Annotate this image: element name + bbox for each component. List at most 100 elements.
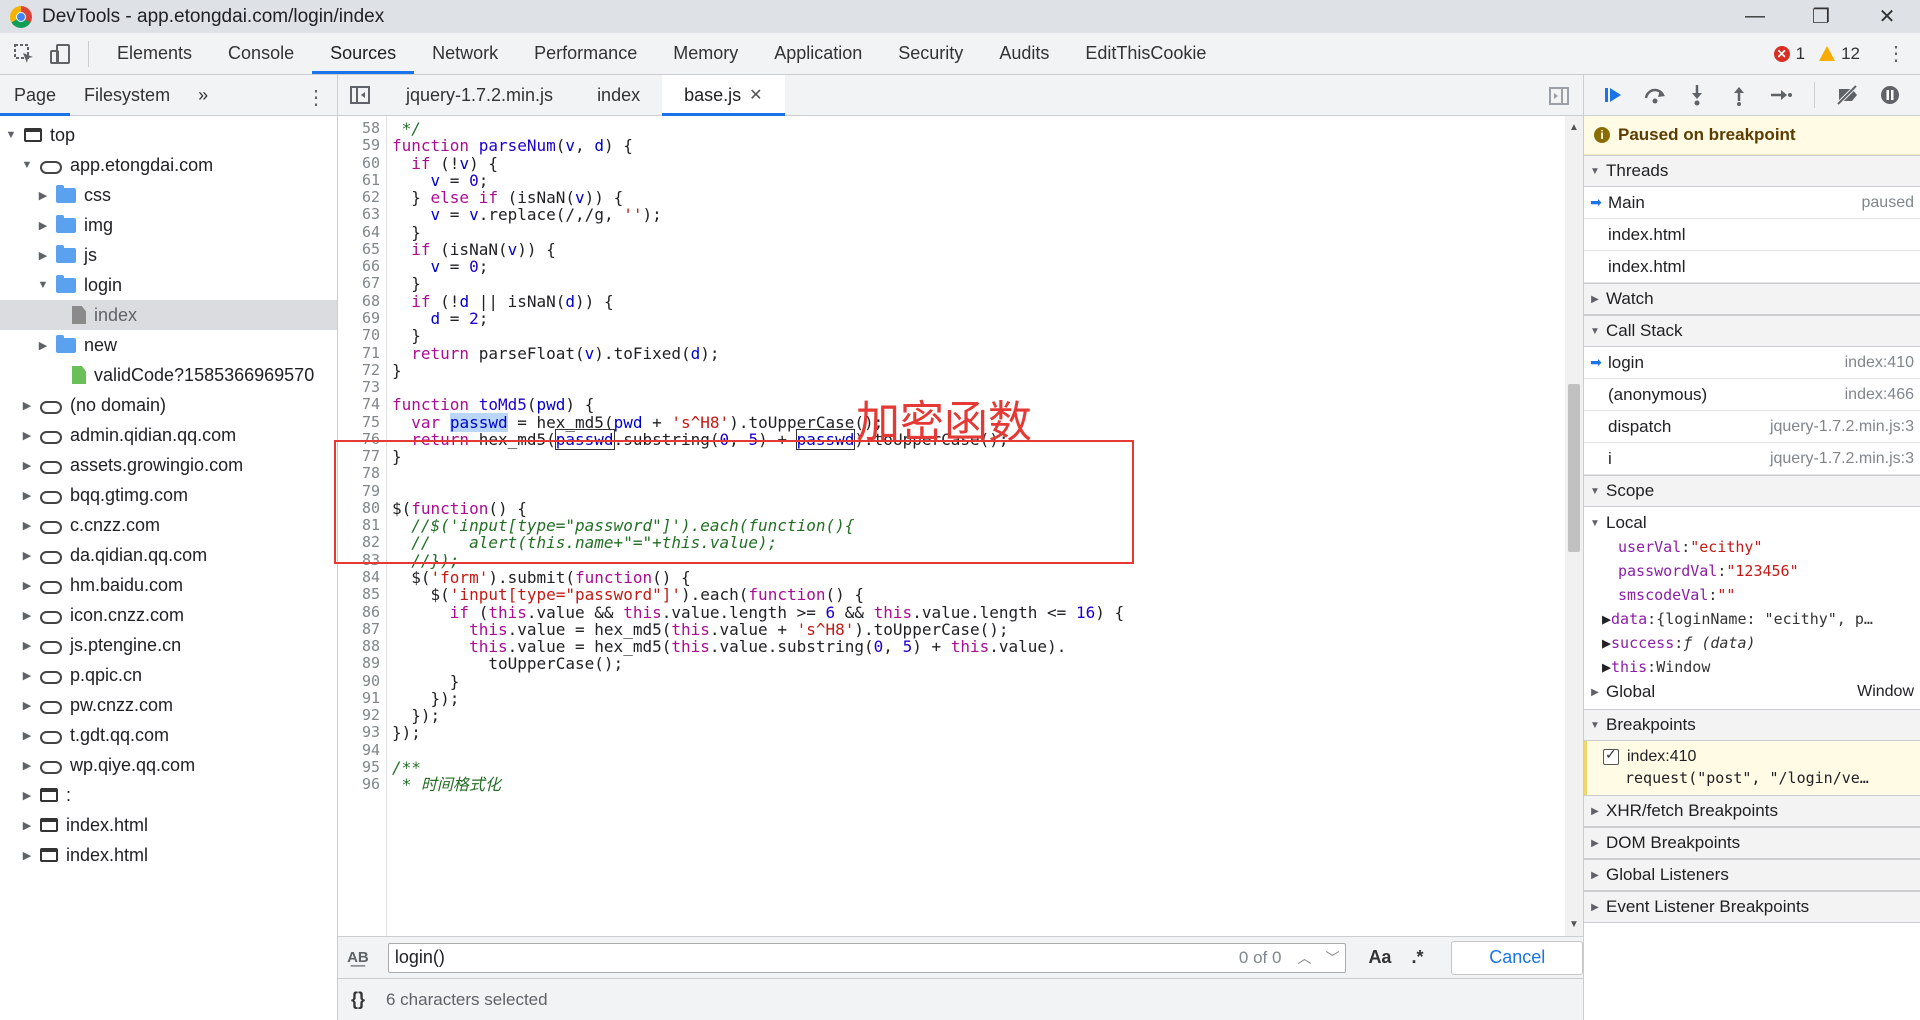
expanded-arrow-icon[interactable]: ▼	[4, 129, 18, 141]
collapsed-arrow-icon[interactable]: ▶	[1602, 634, 1611, 652]
call-frame[interactable]: ➡ login index:410	[1584, 347, 1920, 379]
breakpoints-section-header[interactable]: ▼ Breakpoints	[1584, 709, 1920, 741]
tree-node[interactable]: ▶ icon.cnzz.com	[0, 600, 337, 630]
collapsed-arrow-icon[interactable]: ▶	[20, 609, 34, 622]
tree-node[interactable]: ▶ assets.growingio.com	[0, 450, 337, 480]
tree-node[interactable]: index	[0, 300, 337, 330]
tree-node[interactable]: ▶ pw.cnzz.com	[0, 690, 337, 720]
tab-sources[interactable]: Sources	[312, 33, 415, 74]
regex-button[interactable]: .*	[1411, 947, 1423, 968]
collapsed-arrow-icon[interactable]: ▶	[1602, 658, 1611, 676]
call-stack-section-header[interactable]: ▼ Call Stack	[1584, 315, 1920, 347]
scope-variable[interactable]: ▶ data: {loginName: "ecithy", p…	[1584, 607, 1920, 631]
tree-node[interactable]: ▶ da.qidian.qq.com	[0, 540, 337, 570]
tree-node[interactable]: ▶ hm.baidu.com	[0, 570, 337, 600]
tree-node[interactable]: ▶ css	[0, 180, 337, 210]
tree-node[interactable]: ▼ app.etongdai.com	[0, 150, 337, 180]
tree-node[interactable]: ▶ p.qpic.cn	[0, 660, 337, 690]
editor-tab-jquery[interactable]: jquery-1.7.2.min.js	[384, 75, 575, 116]
tab-console[interactable]: Console	[210, 33, 312, 74]
call-frame[interactable]: i jquery-1.7.2.min.js:3	[1584, 443, 1920, 475]
collapsed-arrow-icon[interactable]: ▶	[20, 549, 34, 562]
cancel-button[interactable]: Cancel	[1451, 940, 1583, 975]
call-frame[interactable]: dispatch jquery-1.7.2.min.js:3	[1584, 411, 1920, 443]
step-into-icon[interactable]	[1678, 77, 1716, 113]
thread-item[interactable]: index.html	[1584, 219, 1920, 251]
tree-node[interactable]: ▼ login	[0, 270, 337, 300]
toggle-debugger-icon[interactable]	[1541, 78, 1577, 114]
collapsed-arrow-icon[interactable]: ▶	[20, 789, 34, 802]
expanded-arrow-icon[interactable]: ▼	[20, 159, 34, 171]
close-tab-icon[interactable]: ✕	[749, 85, 762, 105]
code-line[interactable]: 96 * 时间格式化	[338, 774, 1566, 795]
deactivate-breakpoints-icon[interactable]	[1829, 77, 1867, 113]
tab-memory[interactable]: Memory	[655, 33, 756, 74]
tab-security[interactable]: Security	[880, 33, 981, 74]
tree-node[interactable]: ▶ bqq.gtimg.com	[0, 480, 337, 510]
more-tabs-chevron-icon[interactable]: »	[184, 75, 222, 116]
line-number[interactable]: 96	[338, 774, 380, 795]
scrollbar-thumb[interactable]	[1568, 384, 1580, 552]
collapsed-arrow-icon[interactable]: ▶	[1602, 610, 1611, 628]
tree-node[interactable]: ▶ js	[0, 240, 337, 270]
section-header[interactable]: ▶ DOM Breakpoints	[1584, 827, 1920, 859]
search-input[interactable]: login() 0 of 0 ︿ ﹀	[387, 942, 1347, 973]
tab-editthiscookie[interactable]: EditThisCookie	[1067, 33, 1224, 74]
section-header[interactable]: ▶ XHR/fetch Breakpoints	[1584, 795, 1920, 827]
tab-page[interactable]: Page	[0, 75, 71, 116]
scope-variable[interactable]: smscodeVal: ""	[1584, 583, 1920, 607]
collapsed-arrow-icon[interactable]: ▶	[20, 489, 34, 502]
restore-button[interactable]: ❐	[1788, 0, 1854, 33]
section-header[interactable]: ▶ Event Listener Breakpoints	[1584, 891, 1920, 923]
collapsed-arrow-icon[interactable]: ▶	[20, 669, 34, 682]
scope-variable[interactable]: passwordVal: "123456"	[1584, 559, 1920, 583]
tree-node[interactable]: ▼ top	[0, 120, 337, 150]
local-scope-header[interactable]: ▼ Local	[1584, 511, 1920, 535]
tree-node[interactable]: ▶ c.cnzz.com	[0, 510, 337, 540]
close-window-button[interactable]: ✕	[1854, 0, 1920, 33]
collapsed-arrow-icon[interactable]: ▶	[20, 849, 34, 862]
breakpoint-checkbox[interactable]	[1603, 746, 1619, 765]
global-scope-row[interactable]: ▶ Global Window	[1584, 679, 1920, 705]
search-next-icon[interactable]: ﹀	[1325, 948, 1339, 968]
expanded-arrow-icon[interactable]: ▼	[36, 279, 50, 291]
collapsed-arrow-icon[interactable]: ▶	[20, 429, 34, 442]
navigator-menu-icon[interactable]: ⋮	[306, 85, 326, 110]
collapsed-arrow-icon[interactable]: ▶	[20, 519, 34, 532]
tree-node[interactable]: ▶ admin.qidian.qq.com	[0, 420, 337, 450]
collapsed-arrow-icon[interactable]: ▶	[36, 189, 50, 202]
scope-section-header[interactable]: ▼ Scope	[1584, 475, 1920, 507]
scroll-down-icon[interactable]: ▼	[1569, 919, 1579, 930]
scope-variable[interactable]: ▶ success: ƒ (data)	[1584, 631, 1920, 655]
scope-variable[interactable]: userVal: "ecithy"	[1584, 535, 1920, 559]
tree-node[interactable]: ▶:	[0, 780, 337, 810]
pause-on-exceptions-icon[interactable]	[1871, 77, 1909, 113]
tab-filesystem[interactable]: Filesystem	[70, 75, 184, 116]
inspect-element-icon[interactable]	[6, 36, 42, 72]
match-case-button[interactable]: Aa	[1368, 947, 1391, 968]
minimize-button[interactable]: —	[1722, 0, 1788, 33]
collapsed-arrow-icon[interactable]: ▶	[36, 339, 50, 352]
scope-variable[interactable]: ▶ this: Window	[1584, 655, 1920, 679]
tree-node[interactable]: ▶ index.html	[0, 840, 337, 870]
collapsed-arrow-icon[interactable]: ▶	[20, 819, 34, 832]
editor-tab-index[interactable]: index	[575, 75, 662, 116]
tree-node[interactable]: ▶ t.gdt.qq.com	[0, 720, 337, 750]
tab-performance[interactable]: Performance	[516, 33, 655, 74]
search-prev-icon[interactable]: ︿	[1297, 948, 1311, 968]
scroll-up-icon[interactable]: ▲	[1569, 122, 1579, 133]
tree-node[interactable]: ▶ js.ptengine.cn	[0, 630, 337, 660]
threads-section-header[interactable]: ▼ Threads	[1584, 155, 1920, 187]
tree-node[interactable]: validCode?1585366969570	[0, 360, 337, 390]
resume-icon[interactable]	[1594, 77, 1632, 113]
collapsed-arrow-icon[interactable]: ▶	[20, 459, 34, 472]
thread-item[interactable]: index.html	[1584, 251, 1920, 283]
issues-counter[interactable]: ✕ 1 12	[1773, 33, 1860, 74]
section-header[interactable]: ▶ Global Listeners	[1584, 859, 1920, 891]
editor-tab-base-js[interactable]: base.js ✕	[662, 74, 785, 116]
pretty-print-icon[interactable]: {}	[338, 989, 378, 1010]
toggle-navigator-icon[interactable]	[342, 77, 378, 113]
tab-audits[interactable]: Audits	[981, 33, 1067, 74]
tree-node[interactable]: ▶ index.html	[0, 810, 337, 840]
collapsed-arrow-icon[interactable]: ▶	[20, 399, 34, 412]
